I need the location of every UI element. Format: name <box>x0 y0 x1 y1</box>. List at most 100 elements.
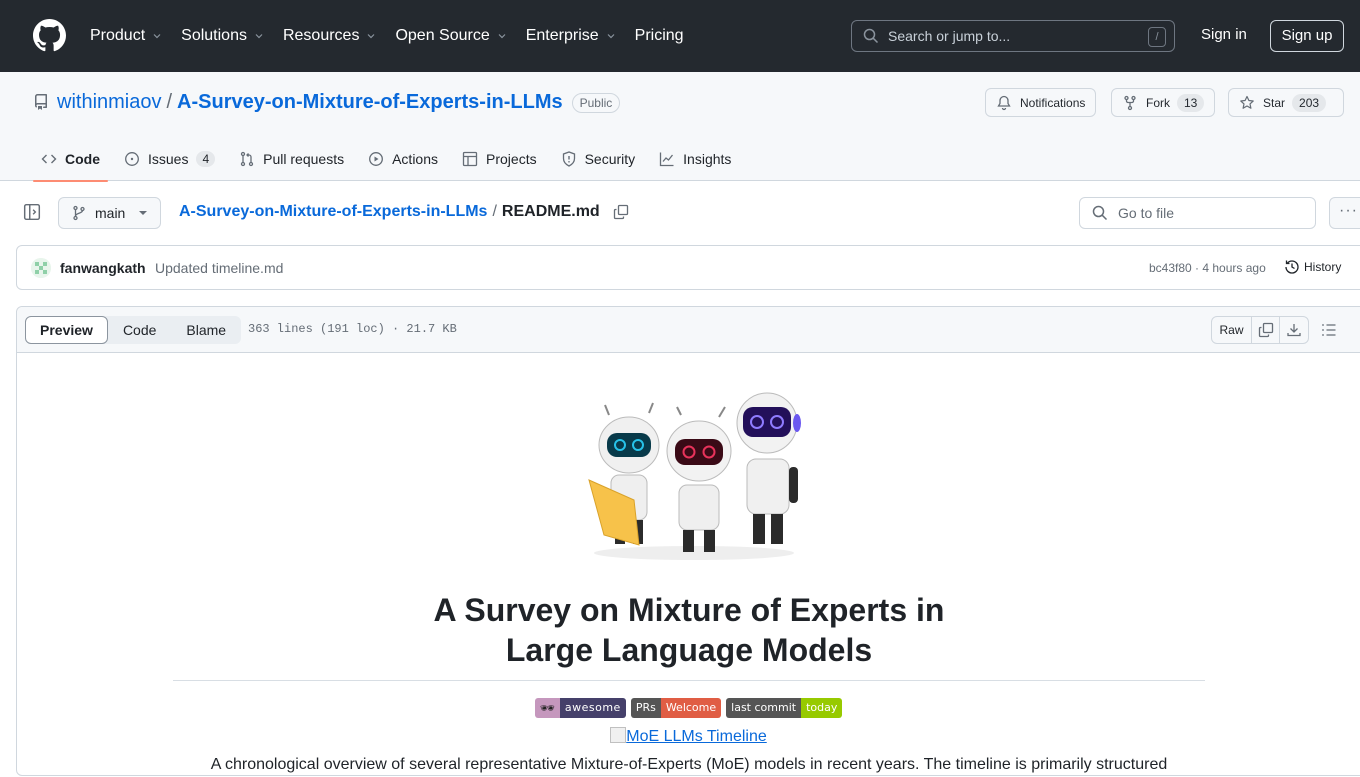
branch-selector[interactable]: main <box>58 197 161 229</box>
global-search-input[interactable]: Search or jump to... / <box>851 20 1175 52</box>
nav-label: Solutions <box>181 27 247 44</box>
latest-commit-box: fanwangkath Updated timeline.md bc43f80 … <box>16 245 1360 290</box>
tab-insights[interactable]: Insights <box>651 137 739 181</box>
badge-right: Welcome <box>660 698 722 718</box>
breadcrumb-repo-link[interactable]: A-Survey-on-Mixture-of-Experts-in-LLMs <box>179 203 487 221</box>
notifications-label: Notifications <box>1020 95 1086 110</box>
more-options-button[interactable]: ··· <box>1329 197 1360 229</box>
git-branch-icon <box>73 205 85 221</box>
last-commit-badge[interactable]: last commit today <box>726 698 843 718</box>
broken-image-icon <box>610 727 627 743</box>
title-divider <box>173 680 1205 681</box>
graph-icon <box>660 152 674 167</box>
repo-icon <box>35 94 47 110</box>
go-to-file-input[interactable]: Go to file <box>1079 197 1316 229</box>
issues-count: 4 <box>196 151 216 167</box>
chevron-down-icon <box>607 34 615 39</box>
tab-security[interactable]: Security <box>553 137 644 181</box>
chevron-down-icon <box>498 34 506 39</box>
repo-tabs: Code Issues 4 Pull requests Actions Proj… <box>33 137 747 182</box>
nav-label: Pricing <box>634 27 684 44</box>
sign-up-button[interactable]: Sign up <box>1270 20 1344 52</box>
repo-name-link[interactable]: A-Survey-on-Mixture-of-Experts-in-LLMs <box>177 91 563 114</box>
fork-count: 13 <box>1177 93 1205 112</box>
badge-right: today <box>801 698 843 718</box>
nav-resources[interactable]: Resources <box>283 27 377 45</box>
raw-button[interactable]: Raw <box>1212 317 1252 343</box>
readme-title: A Survey on Mixture of Experts in Large … <box>173 590 1205 670</box>
tab-issues[interactable]: Issues 4 <box>116 137 223 181</box>
repo-header: withinmiaov / A-Survey-on-Mixture-of-Exp… <box>0 72 1360 182</box>
file-actions: Raw <box>1211 316 1309 344</box>
title-line-1: A Survey on Mixture of Experts in <box>433 592 945 628</box>
tab-code[interactable]: Code <box>33 137 108 182</box>
tab-projects[interactable]: Projects <box>454 137 545 181</box>
caret-down-icon <box>139 211 148 215</box>
nav-open-source[interactable]: Open Source <box>395 27 507 45</box>
fork-label: Fork <box>1146 95 1170 110</box>
copy-raw-button[interactable] <box>1252 317 1280 343</box>
history-icon <box>1285 260 1299 274</box>
nav-product[interactable]: Product <box>90 27 163 45</box>
view-mode-toggle: Preview Code Blame <box>25 316 242 344</box>
tab-label: Insights <box>683 151 732 167</box>
repo-title-separator: / <box>166 91 173 113</box>
issue-icon <box>125 152 139 166</box>
commit-author-link[interactable]: fanwangkath <box>60 260 146 276</box>
nav-label: Resources <box>282 27 360 44</box>
nav-label: Enterprise <box>525 27 599 44</box>
pull-request-icon <box>241 151 254 167</box>
avatar[interactable] <box>31 258 51 278</box>
view-blame-button[interactable]: Blame <box>171 316 241 344</box>
tab-actions[interactable]: Actions <box>360 137 446 181</box>
tab-pull-requests[interactable]: Pull requests <box>231 137 352 181</box>
nav-pricing[interactable]: Pricing <box>635 27 684 45</box>
sidebar-expand-icon[interactable] <box>23 203 41 221</box>
tab-label: Actions <box>392 151 439 167</box>
view-preview-button[interactable]: Preview <box>25 316 108 344</box>
timeline-alt-text: MoE LLMs Timeline <box>626 728 767 745</box>
nav-label: Open Source <box>395 27 490 44</box>
repo-title: withinmiaov / A-Survey-on-Mixture-of-Exp… <box>57 91 621 114</box>
chevron-down-icon <box>255 34 263 39</box>
download-icon <box>1287 324 1301 337</box>
table-icon <box>462 151 478 167</box>
fork-button[interactable]: Fork 13 <box>1111 88 1216 117</box>
github-logo-icon[interactable] <box>33 19 66 52</box>
nav-enterprise[interactable]: Enterprise <box>526 27 617 45</box>
badge-left: PRs <box>630 698 661 718</box>
global-nav: Product Solutions Resources Open Source … <box>90 0 702 72</box>
prs-welcome-badge[interactable]: PRs Welcome <box>630 698 722 718</box>
chevron-down-icon <box>153 34 161 39</box>
download-button[interactable] <box>1280 317 1308 343</box>
badge-row: 🕶 awesome PRs Welcome last commit today <box>17 698 1360 718</box>
tab-label: Security <box>584 151 636 167</box>
tab-label: Issues <box>148 151 189 167</box>
file-viewer: Preview Code Blame 363 lines (191 loc) ·… <box>16 306 1360 776</box>
commit-sha-link[interactable]: bc43f80 · 4 hours ago <box>1149 261 1266 275</box>
code-icon <box>41 154 57 164</box>
badge-left: 🕶 <box>534 698 560 718</box>
go-to-file-placeholder: Go to file <box>1118 205 1175 221</box>
copy-icon <box>1258 322 1273 338</box>
notifications-button[interactable]: Notifications <box>985 88 1097 117</box>
file-stats: 363 lines (191 loc) · 21.7 KB <box>248 322 457 336</box>
file-header: Preview Code Blame 363 lines (191 loc) ·… <box>17 307 1360 353</box>
awesome-badge[interactable]: 🕶 awesome <box>534 698 626 718</box>
copy-path-icon[interactable] <box>613 204 629 220</box>
timeline-image-link[interactable]: MoE LLMs Timeline <box>17 727 1360 746</box>
title-line-2: Large Language Models <box>505 632 873 668</box>
badge-right: awesome <box>559 698 626 718</box>
play-icon <box>369 152 384 166</box>
commit-message-link[interactable]: Updated timeline.md <box>155 260 283 276</box>
tab-label: Code <box>65 151 100 167</box>
outline-list-icon[interactable] <box>1321 322 1337 338</box>
repo-owner-link[interactable]: withinmiaov <box>57 91 161 114</box>
history-button[interactable]: History <box>1284 259 1341 275</box>
view-code-button[interactable]: Code <box>108 316 171 344</box>
star-button[interactable]: Star 203 <box>1228 88 1344 117</box>
fork-icon <box>1124 95 1136 110</box>
nav-solutions[interactable]: Solutions <box>181 27 265 45</box>
identicon-icon <box>31 258 51 278</box>
sign-in-link[interactable]: Sign in <box>1201 26 1247 43</box>
